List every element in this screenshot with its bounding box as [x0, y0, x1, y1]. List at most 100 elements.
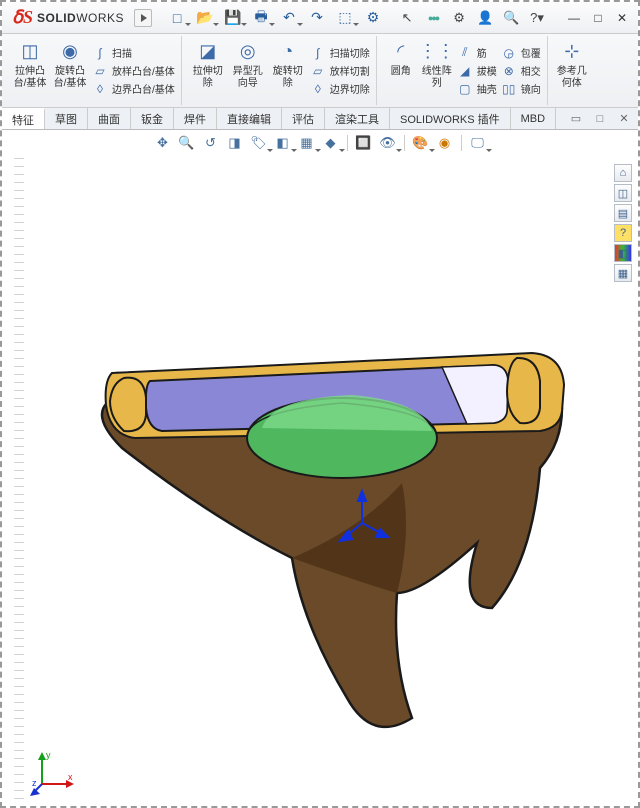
view-orient-icon[interactable]: 🏷 — [249, 133, 269, 153]
print-button[interactable]: 🖶 — [250, 8, 272, 28]
cursor-icon[interactable]: ↖ — [398, 9, 416, 27]
apply-scene-icon[interactable]: 🎨 — [411, 133, 431, 153]
cut-boundary-button[interactable]: ◊边界切除 — [308, 80, 372, 97]
view-heads-up-toolbar: ✥ 🔍 ↺ ◨ 🏷 ◧ ▦ ◆ 🔲 👁 🎨 ◉ 🖵 — [2, 130, 638, 156]
tab-plugins[interactable]: SOLIDWORKS 插件 — [390, 108, 511, 129]
prev-view-icon[interactable]: ↺ — [201, 133, 221, 153]
user-icon[interactable]: 👤 — [476, 9, 494, 27]
hole-icon: ◎ — [234, 38, 262, 64]
viewport-icon[interactable]: 🖵 — [468, 133, 488, 153]
rib-button[interactable]: ⫽筋 — [455, 44, 499, 61]
axis-z-label: z — [32, 778, 37, 788]
open-file-button[interactable]: 📂 — [194, 8, 216, 28]
logo-ds-icon: ẟS — [12, 7, 33, 28]
taskpane-home-button[interactable]: ⌂ — [614, 164, 632, 182]
extrude-icon: ◫ — [16, 38, 44, 64]
tab-surfaces[interactable]: 曲面 — [88, 108, 131, 129]
cut-revolve-icon: ◔ — [274, 38, 302, 64]
task-pane-tabs: ⌂ ◫ ▤ ? ◧ ▦ — [614, 164, 634, 282]
quick-access-toolbar: □ 📂 💾 🖶 ↶ ↷ ⬚ ⚙ — [166, 8, 384, 28]
section-view-icon[interactable]: ◨ — [225, 133, 245, 153]
maximize-button[interactable]: □ — [586, 9, 610, 27]
tab-sheetmetal[interactable]: 钣金 — [131, 108, 174, 129]
pattern-button[interactable]: ⋮⋮线性阵 列 — [419, 36, 455, 105]
sweep-button[interactable]: ∫扫描 — [90, 44, 177, 61]
sweep-icon: ∫ — [92, 46, 108, 60]
taskpane-appearances-button[interactable]: ◧ — [614, 244, 632, 262]
intersect-icon: ⊗ — [501, 64, 517, 78]
hide-show-icon[interactable]: ▦ — [297, 133, 317, 153]
loft-icon: ▱ — [92, 64, 108, 78]
tab-mbd[interactable]: MBD — [511, 108, 556, 129]
title-right-tools: ↖ ●●● ⚙ 👤 🔍 ? ▾ — [398, 9, 546, 27]
tab-weldments[interactable]: 焊件 — [174, 108, 217, 129]
cut-extrude-button[interactable]: ◪拉伸切 除 — [188, 36, 228, 105]
rebuild-button[interactable]: ⚙ — [362, 8, 384, 28]
save-button[interactable]: 💾 — [222, 8, 244, 28]
search-icon[interactable]: 🔍 — [502, 9, 520, 27]
undo-button[interactable]: ↶ — [278, 8, 300, 28]
loft-button[interactable]: ▱放样凸台/基体 — [90, 62, 177, 79]
taskpane-custom-props-button[interactable]: ▦ — [614, 264, 632, 282]
model-part — [62, 263, 582, 743]
fillet-button[interactable]: ◜圆角 — [383, 36, 419, 105]
tab-render[interactable]: 渲染工具 — [325, 108, 390, 129]
extrude-boss-button[interactable]: ◫拉伸凸 台/基体 — [10, 36, 50, 105]
command-manager-tabs: 特征 草图 曲面 钣金 焊件 直接编辑 评估 渲染工具 SOLIDWORKS 插… — [2, 108, 638, 130]
fillet-icon: ◜ — [387, 38, 415, 64]
title-bar: ẟS SOLIDWORKS □ 📂 💾 🖶 ↶ ↷ ⬚ ⚙ ↖ ●●● ⚙ 👤 … — [2, 2, 638, 34]
boundary-button[interactable]: ◊边界凸台/基体 — [90, 80, 177, 97]
rib-icon: ⫽ — [457, 46, 473, 60]
traffic-light-icon[interactable]: ●●● — [424, 9, 442, 27]
taskpane-view-palette-button[interactable]: ? — [614, 224, 632, 242]
intersect-button[interactable]: ⊗相交 — [499, 62, 543, 79]
cut-sweep-button[interactable]: ∫扫描切除 — [308, 44, 372, 61]
cut-revolve-button[interactable]: ◔旋转切 除 — [268, 36, 308, 105]
scene-icon[interactable]: ◆ — [321, 133, 341, 153]
menu-expand-button[interactable] — [134, 9, 152, 27]
boundary-icon: ◊ — [92, 82, 108, 96]
select-button[interactable]: ⬚ — [334, 8, 356, 28]
help-icon[interactable]: ? ▾ — [528, 9, 546, 27]
cut-extrude-icon: ◪ — [194, 38, 222, 64]
cut-loft-icon: ▱ — [310, 64, 326, 78]
zoom-area-icon[interactable]: 🔍 — [177, 133, 197, 153]
hole-wizard-button[interactable]: ◎异型孔 向导 — [228, 36, 268, 105]
new-file-button[interactable]: □ — [166, 8, 188, 28]
app-logo: ẟS SOLIDWORKS — [6, 5, 130, 30]
doc-max-button[interactable]: □ — [592, 111, 608, 127]
wrap-button[interactable]: ◶包覆 — [499, 44, 543, 61]
settings-icon[interactable]: ⚙ — [450, 9, 468, 27]
tab-evaluate[interactable]: 评估 — [282, 108, 325, 129]
mirror-button[interactable]: ▯▯镜向 — [499, 80, 543, 97]
tab-sketch[interactable]: 草图 — [45, 108, 88, 129]
display-style-icon[interactable]: ◧ — [273, 133, 293, 153]
graphics-viewport[interactable] — [26, 158, 618, 800]
doc-restore-button[interactable]: ▭ — [568, 111, 584, 127]
redo-button[interactable]: ↷ — [306, 8, 328, 28]
tab-features[interactable]: 特征 — [2, 108, 45, 129]
zoom-fit-icon[interactable]: ✥ — [153, 133, 173, 153]
close-button[interactable]: ✕ — [610, 9, 634, 27]
wrap-icon: ◶ — [501, 46, 517, 60]
tab-direct-edit[interactable]: 直接编辑 — [217, 108, 282, 129]
refgeom-icon: ⊹ — [558, 38, 586, 64]
ribbon-toolbar: ◫拉伸凸 台/基体 ◉旋转凸 台/基体 ∫扫描 ▱放样凸台/基体 ◊边界凸台/基… — [2, 34, 638, 108]
cut-loft-button[interactable]: ▱放样切割 — [308, 62, 372, 79]
render-icon[interactable]: ◉ — [435, 133, 455, 153]
shell-button[interactable]: ▢抽壳 — [455, 80, 499, 97]
taskpane-file-explorer-button[interactable]: ▤ — [614, 204, 632, 222]
ref-geometry-button[interactable]: ⊹参考几 何体 — [554, 36, 590, 105]
coordinate-triad[interactable]: y x z — [30, 750, 76, 796]
axis-x-label: x — [68, 772, 73, 782]
doc-close-button[interactable]: ✕ — [616, 111, 632, 127]
view-settings-icon[interactable]: 👁 — [378, 133, 398, 153]
left-ruler — [14, 158, 24, 800]
edit-appearance-icon[interactable]: 🔲 — [354, 133, 374, 153]
minimize-button[interactable]: — — [562, 9, 586, 27]
draft-button[interactable]: ◢拔模 — [455, 62, 499, 79]
cut-sweep-icon: ∫ — [310, 46, 326, 60]
taskpane-design-lib-button[interactable]: ◫ — [614, 184, 632, 202]
revolve-boss-button[interactable]: ◉旋转凸 台/基体 — [50, 36, 90, 105]
axis-y-label: y — [46, 750, 51, 760]
